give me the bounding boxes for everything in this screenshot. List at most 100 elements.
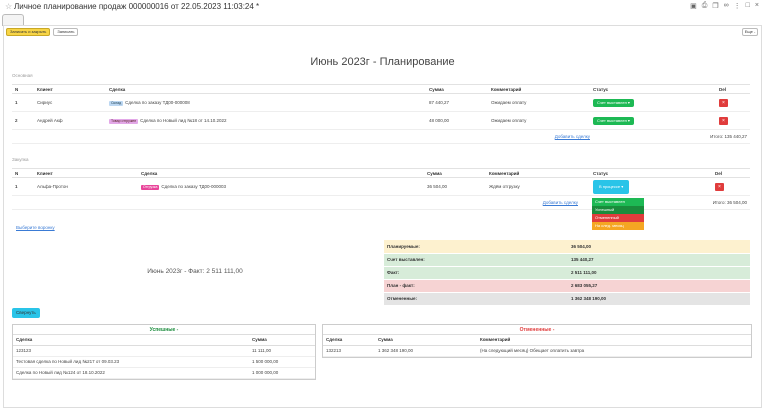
- summary-label: Счет выставлен:: [384, 253, 568, 267]
- col-header-deal[interactable]: Сделка: [106, 84, 426, 94]
- summary-row: Факт: 2 511 111,00: [384, 266, 750, 280]
- col-header-comment[interactable]: Комментарий: [488, 84, 590, 94]
- deal-name[interactable]: Сделка по заказу ТД00-000003: [161, 184, 226, 189]
- page-title: Июнь 2023г - Планирование: [310, 56, 455, 68]
- status-button[interactable]: Счет выставлен ▾: [593, 116, 634, 125]
- table-row[interactable]: Тестовая сделка по Новый лид №217 от 09.…: [13, 356, 315, 368]
- deal-name[interactable]: Сделка по заказу ТД00-000008: [125, 100, 190, 105]
- summary-table: Планируемые: 36 504,00 Счет выставлен: 1…: [384, 240, 750, 306]
- table-row[interactable]: Сделка по Новый лид №124 от 18.10.2022 1…: [13, 367, 315, 379]
- summary-value: 36 504,00: [568, 240, 750, 254]
- save-button[interactable]: Записать: [53, 28, 79, 36]
- successful-title[interactable]: Успешные -: [13, 325, 315, 335]
- favorite-star-icon[interactable]: ☆: [5, 2, 12, 11]
- col-header-status[interactable]: Статус: [590, 168, 712, 178]
- summary-row: Планируемые: 36 504,00: [384, 240, 750, 254]
- table-footer-row: Добавить сделку Итого: 135 440,27: [12, 129, 750, 144]
- cancelled-title[interactable]: Отмененные -: [323, 325, 751, 335]
- section-label-osnovnaya: Основная: [12, 73, 33, 78]
- col-header-del[interactable]: Del: [716, 84, 750, 94]
- status-dropdown: Счет выставлен Успешный Отмененный На сл…: [592, 198, 644, 230]
- table-row[interactable]: 1 Альфа-Протон Отгрузка Сделка по заказу …: [12, 177, 750, 196]
- comment-cell[interactable]: Ожидаем оплату: [488, 93, 590, 112]
- dropdown-option[interactable]: Отмененный: [592, 214, 644, 222]
- window-controls: ▣ ⎙ ❐ ∞ ⋮ □ ×: [690, 2, 759, 10]
- menu-dots-icon[interactable]: ⋮: [734, 2, 741, 10]
- sum-cell: 1 362 348 190,00: [375, 345, 477, 357]
- collapse-button[interactable]: Свернуть: [12, 308, 40, 318]
- successful-table: Сделка Сумма 123123 11 111,00 Тестовая с…: [13, 335, 315, 379]
- row-number: 1: [12, 93, 34, 112]
- dropdown-option[interactable]: Успешный: [592, 206, 644, 214]
- client-cell: Сириус: [34, 93, 106, 112]
- col-header-client[interactable]: Клиент: [34, 84, 106, 94]
- status-button[interactable]: Счет выставлен ▾: [593, 98, 634, 107]
- comment-cell[interactable]: Ожидаем оплату: [488, 111, 590, 130]
- window-title: Личное планирование продаж 000000016 от …: [14, 2, 260, 11]
- add-deal-link[interactable]: Добавить сделку: [543, 200, 578, 205]
- link-icon[interactable]: ∞: [724, 2, 729, 10]
- col-header-del[interactable]: Del: [712, 168, 750, 178]
- add-deal-link[interactable]: Добавить сделку: [555, 134, 590, 139]
- dropdown-option[interactable]: Счет выставлен: [592, 198, 644, 206]
- col-header-deal[interactable]: Сделка: [323, 335, 375, 346]
- col-header-n[interactable]: N: [12, 168, 34, 178]
- status-label: Счет выставлен: [597, 99, 627, 105]
- delete-button[interactable]: ×: [719, 98, 728, 107]
- deal-cell: 123123: [13, 345, 249, 357]
- total-label: Итого: 135 440,27: [590, 129, 750, 144]
- status-button[interactable]: В процессе ▾: [593, 179, 630, 194]
- copy-icon[interactable]: ❐: [712, 2, 718, 10]
- col-header-status[interactable]: Статус: [590, 84, 716, 94]
- summary-label: Планируемые:: [384, 240, 568, 254]
- save-and-close-button[interactable]: Записать и закрыть: [6, 28, 51, 36]
- toolbar: Записать и закрыть Записать: [6, 28, 79, 37]
- choose-funnel-link[interactable]: Выберите воронку: [16, 225, 55, 230]
- dropdown-option[interactable]: На след. месяц: [592, 222, 644, 230]
- client-cell: Андрей Акф: [34, 111, 106, 130]
- comment-cell: (На следующий месяц) Обещает оплатить за…: [477, 345, 751, 357]
- print-icon[interactable]: ⎙: [702, 2, 708, 10]
- summary-label: План - факт:: [384, 279, 568, 293]
- sum-cell: 48 000,00: [426, 111, 488, 130]
- summary-value: 135 440,27: [568, 253, 750, 267]
- comment-cell[interactable]: Ждём отгрузку: [486, 177, 590, 196]
- table-row[interactable]: 2 Андрей Акф Товар отгружен Сделка по Нов…: [12, 111, 750, 130]
- sum-cell: 1 000 000,00: [249, 367, 315, 379]
- col-header-n[interactable]: N: [12, 84, 34, 94]
- col-header-deal[interactable]: Сделка: [13, 335, 249, 346]
- del-cell: ×: [712, 177, 750, 196]
- more-button[interactable]: Еще -: [742, 28, 758, 36]
- col-header-sum[interactable]: Сумма: [249, 335, 315, 346]
- status-cell: В процессе ▾: [590, 177, 712, 196]
- col-header-client[interactable]: Клиент: [34, 168, 138, 178]
- col-header-comment[interactable]: Комментарий: [486, 168, 590, 178]
- fact-title: Июнь 2023г - Факт: 2 511 111,00: [147, 268, 243, 275]
- save-icon[interactable]: ▣: [690, 2, 697, 10]
- col-header-comment[interactable]: Комментарий: [477, 335, 751, 346]
- deal-cell: Отгрузка Сделка по заказу ТД00-000003: [138, 177, 424, 196]
- col-header-sum[interactable]: Сумма: [426, 84, 488, 94]
- deal-badge: Товар отгружен: [109, 118, 139, 124]
- sum-cell: 11 111,00: [249, 345, 315, 357]
- table-row[interactable]: 132213 1 362 348 190,00 (На следующий ме…: [323, 345, 751, 357]
- col-header-sum[interactable]: Сумма: [424, 168, 486, 178]
- col-header-deal[interactable]: Сделка: [138, 168, 424, 178]
- row-number: 1: [12, 177, 34, 196]
- close-icon[interactable]: ×: [755, 2, 759, 10]
- table-row[interactable]: 123123 11 111,00: [13, 345, 315, 357]
- title-bar: ☆ Личное планирование продаж 000000016 о…: [0, 0, 765, 14]
- summary-row: План - факт: 2 683 055,27: [384, 279, 750, 293]
- delete-button[interactable]: ×: [715, 182, 724, 191]
- row-number: 2: [12, 111, 34, 130]
- delete-button[interactable]: ×: [719, 116, 728, 125]
- maximize-icon[interactable]: □: [746, 2, 750, 10]
- del-cell: ×: [716, 93, 750, 112]
- table-row[interactable]: 1 Сириус Склад Сделка по заказу ТД00-0000…: [12, 93, 750, 112]
- osnovnaya-table: N Клиент Сделка Сумма Комментарий Статус…: [12, 84, 750, 144]
- sum-cell: 1 500 000,00: [249, 356, 315, 368]
- cancelled-panel: Отмененные - Сделка Сумма Комментарий 13…: [322, 324, 752, 358]
- deal-name[interactable]: Сделка по Новый лид №18 от 14.10.2022: [140, 118, 226, 123]
- status-label: Счет выставлен: [597, 117, 627, 123]
- col-header-sum[interactable]: Сумма: [375, 335, 477, 346]
